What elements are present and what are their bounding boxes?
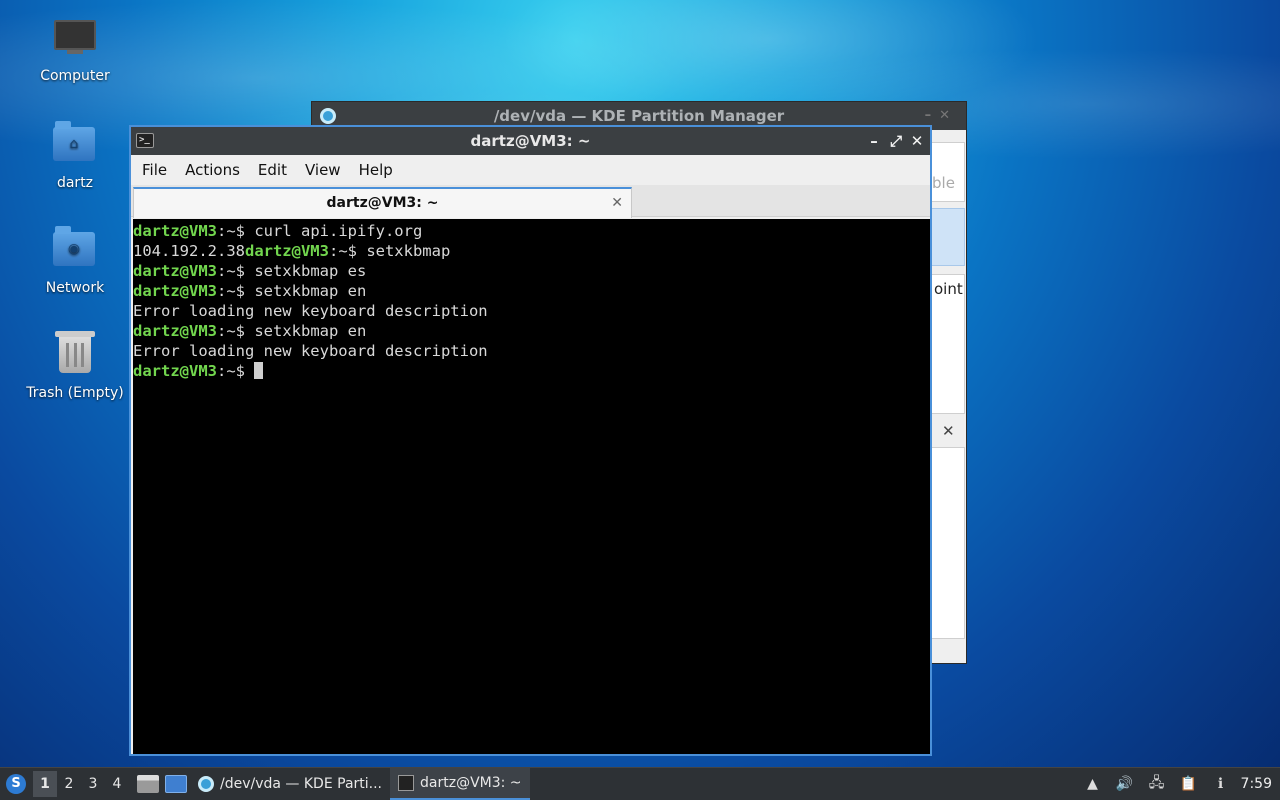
desktop-icon-label: Network [45,280,105,296]
terminal-output-text: Error loading new keyboard description [133,302,488,320]
workspace-2[interactable]: 2 [57,771,81,797]
terminal-icon: >_ [136,133,154,148]
lxqt-logo-icon: S [6,774,26,794]
terminal-command: setxkbmap es [254,262,367,280]
terminal-output-text: 104.192.2.38 [133,242,245,260]
menu-help[interactable]: Help [350,161,402,179]
terminal-line: dartz@VM3:~$ setxkbmap es [133,261,930,281]
terminal-command: setxkbmap en [254,282,367,300]
task-terminal[interactable]: dartz@VM3: ~ [390,768,530,800]
terminal-menubar: File Actions Edit View Help [131,155,930,185]
desktop-icon-label: Computer [40,68,110,84]
desktop-icon-label: Trash (Empty) [26,385,124,401]
kde-side-panel [931,142,965,202]
terminal-tabbar: dartz@VM3: ~ ✕ [131,185,930,218]
terminal-titlebar[interactable]: >_ dartz@VM3: ~ – ⤢ ✕ [131,127,930,155]
workspace-4[interactable]: 4 [105,771,129,797]
prompt-user: dartz@VM3 [133,322,217,340]
task-kde-partition-manager[interactable]: /dev/vda — KDE Parti... [190,768,390,800]
show-desktop-icon[interactable] [165,775,187,793]
prompt-path: :~$ [217,282,255,300]
maximize-button[interactable]: ⤢ [886,127,906,155]
prompt-user: dartz@VM3 [133,222,217,240]
clipboard-icon[interactable]: 📋 [1179,775,1199,793]
terminal-window-title: dartz@VM3: ~ [470,132,591,150]
terminal-line: dartz@VM3:~$ curl api.ipify.org [133,221,930,241]
desktop-icon-label: dartz [56,175,94,191]
close-icon[interactable]: ✕ [942,422,955,440]
taskbar: S 1 2 3 4 /dev/vda — KDE Parti... dartz@… [0,767,1280,800]
network-icon[interactable]: 🖧 [1147,775,1167,793]
prompt-path: :~$ [217,362,255,380]
system-tray: ▲ 🔊 🖧 📋 ℹ 7:59 [1077,768,1280,800]
workspace-3[interactable]: 3 [81,771,105,797]
desktop-icon-network[interactable]: ◉ Network [20,226,130,296]
terminal-line: dartz@VM3:~$ setxkbmap en [133,281,930,301]
prompt-path: :~$ [217,222,255,240]
kde-log-panel [931,447,965,639]
network-folder-icon: ◉ [53,226,97,274]
kde-window-title: /dev/vda — KDE Partition Manager [493,107,785,125]
task-label: dartz@VM3: ~ [420,775,522,791]
prompt-path: :~$ [217,322,255,340]
terminal-command: setxkbmap [366,242,451,260]
terminal-command: setxkbmap en [254,322,367,340]
kde-selected-row [931,208,965,266]
terminal-tab[interactable]: dartz@VM3: ~ ✕ [133,187,632,218]
terminal-line: dartz@VM3:~$ setxkbmap en [133,321,930,341]
tab-close-icon[interactable]: ✕ [611,189,623,217]
desktop-icon-computer[interactable]: Computer [20,16,130,84]
terminal-command: curl api.ipify.org [254,222,423,240]
close-button[interactable]: ✕ [907,127,927,155]
partition-manager-icon [198,776,214,792]
terminal-output-text: Error loading new keyboard description [133,342,488,360]
menu-edit[interactable]: Edit [249,161,296,179]
prompt-user: dartz@VM3 [133,362,217,380]
partition-manager-icon [320,108,336,124]
menu-file[interactable]: File [133,161,176,179]
terminal-cursor [254,362,264,379]
prompt-user: dartz@VM3 [244,242,329,260]
workspace-1[interactable]: 1 [33,771,57,797]
prompt-path: :~$ [328,242,367,260]
terminal-output[interactable]: dartz@VM3:~$ curl api.ipify.org 104.192.2… [133,219,930,754]
terminal-line: dartz@VM3:~$ [133,361,930,381]
kde-fragment-ble: ble [932,174,955,192]
desktop-icon-trash[interactable]: Trash (Empty) [20,331,130,401]
task-label: /dev/vda — KDE Parti... [220,776,383,792]
terminal-tab-label: dartz@VM3: ~ [326,195,439,211]
terminal-line: Error loading new keyboard description [133,301,930,321]
menu-actions[interactable]: Actions [176,161,249,179]
terminal-icon [398,775,415,791]
start-menu-button[interactable]: S [1,769,31,799]
prompt-path: :~$ [217,262,255,280]
terminal-line: 104.192.2.38dartz@VM3:~$ setxkbmap [133,241,930,261]
menu-view[interactable]: View [296,161,350,179]
desktop-icon-home[interactable]: ⌂ dartz [20,121,130,191]
minimize-button[interactable]: – [864,127,884,155]
notification-icon[interactable]: ℹ [1211,775,1231,793]
kde-column-mountpoint: oint [934,280,963,298]
home-folder-icon: ⌂ [53,121,97,169]
prompt-user: dartz@VM3 [133,282,217,300]
prompt-user: dartz@VM3 [133,262,217,280]
file-manager-launcher-icon[interactable] [137,775,159,793]
update-notifier-icon[interactable]: ▲ [1083,775,1103,793]
clock[interactable]: 7:59 [1241,776,1272,792]
volume-icon[interactable]: 🔊 [1115,775,1135,793]
terminal-line: Error loading new keyboard description [133,341,930,361]
computer-icon [53,20,97,62]
terminal-window[interactable]: >_ dartz@VM3: ~ – ⤢ ✕ File Actions Edit … [129,125,932,756]
trash-icon [53,331,97,379]
